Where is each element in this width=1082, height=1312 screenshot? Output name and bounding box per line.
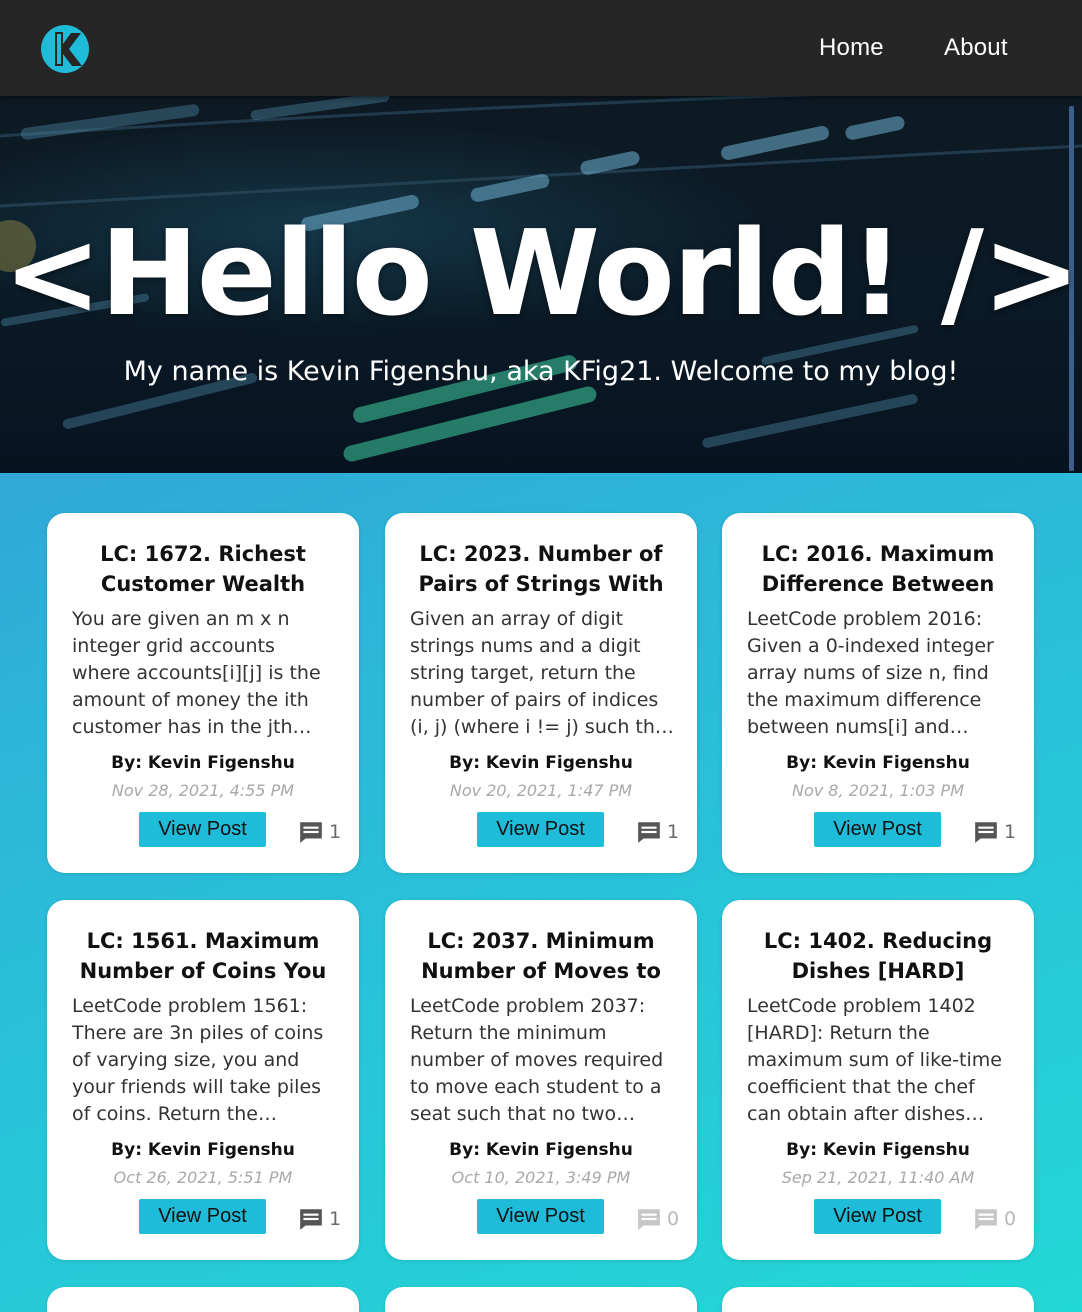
kfig-logo-icon[interactable] <box>39 24 91 74</box>
post-card: LC: 1672. Richest Customer Wealth You ar… <box>47 513 359 873</box>
post-title[interactable]: LC: 1561. Maximum Number of Coins You Ca… <box>61 926 345 986</box>
post-card: LC: 2023. Number of Pairs of Strings Wit… <box>385 513 697 873</box>
post-excerpt: LeetCode problem 2016: Given a 0-indexed… <box>747 608 994 738</box>
post-author: By: Kevin Figenshu <box>449 1140 633 1160</box>
view-post-button[interactable]: View Post <box>477 812 604 847</box>
hero-banner: <Hello World! /> My name is Kevin Figens… <box>0 96 1082 473</box>
post-card: LC: 1561. Maximum Number of Coins You Ca… <box>47 900 359 1260</box>
comment-count[interactable]: 1 <box>298 1206 348 1232</box>
post-excerpt: Given an array of digit strings nums and… <box>410 608 674 738</box>
post-title[interactable]: LC: 1672. Richest Customer Wealth <box>61 539 345 599</box>
post-title[interactable]: LC: 2023. Number of Pairs of Strings Wit… <box>399 539 683 599</box>
post-date: Sep 21, 2021, 11:40 AM <box>781 1168 975 1187</box>
post-date: Nov 20, 2021, 1:47 PM <box>449 781 633 800</box>
comment-count-label: 0 <box>1004 1208 1017 1230</box>
comment-count[interactable]: 1 <box>973 819 1023 845</box>
post-card-partial[interactable] <box>47 1287 359 1312</box>
post-author: By: Kevin Figenshu <box>786 753 970 773</box>
post-title[interactable]: LC: 1402. Reducing Dishes [HARD] <box>736 926 1020 986</box>
comment-count-label: 1 <box>667 821 680 843</box>
post-title[interactable]: LC: 2037. Minimum Number of Moves to Sea… <box>399 926 683 986</box>
comment-icon <box>975 822 997 843</box>
post-date: Nov 28, 2021, 4:55 PM <box>111 781 295 800</box>
view-post-button[interactable]: View Post <box>477 1199 604 1234</box>
post-excerpt: LeetCode problem 1402 [HARD]: Return the… <box>747 995 1002 1125</box>
comment-count[interactable]: 0 <box>973 1206 1023 1232</box>
comment-icon <box>638 822 660 843</box>
view-post-button[interactable]: View Post <box>139 1199 266 1234</box>
comment-count-label: 0 <box>667 1208 680 1230</box>
comment-count[interactable]: 1 <box>636 819 686 845</box>
comment-count-label: 1 <box>329 821 342 843</box>
post-card-partial[interactable] <box>385 1287 697 1312</box>
post-card: LC: 2016. Maximum Difference Between Lee… <box>722 513 1034 873</box>
comment-count-label: 1 <box>329 1208 342 1230</box>
post-author: By: Kevin Figenshu <box>449 753 633 773</box>
hero-title: <Hello World! /> <box>3 204 1081 342</box>
post-card-partial[interactable] <box>722 1287 1034 1312</box>
view-post-button[interactable]: View Post <box>814 812 941 847</box>
post-author: By: Kevin Figenshu <box>111 1140 295 1160</box>
post-excerpt: LeetCode problem 2037: Return the minimu… <box>410 995 664 1125</box>
post-date: Oct 26, 2021, 5:51 PM <box>113 1168 293 1187</box>
view-post-button[interactable]: View Post <box>139 812 266 847</box>
comment-count[interactable]: 0 <box>636 1206 686 1232</box>
post-date: Oct 10, 2021, 3:49 PM <box>451 1168 631 1187</box>
comment-icon <box>975 1209 997 1230</box>
comment-icon <box>638 1209 660 1230</box>
post-date: Nov 8, 2021, 1:03 PM <box>791 781 965 800</box>
nav-home-link[interactable]: Home <box>819 34 884 62</box>
view-post-button[interactable]: View Post <box>814 1199 941 1234</box>
comment-count-label: 1 <box>1004 821 1017 843</box>
comment-icon <box>300 1209 322 1230</box>
post-author: By: Kevin Figenshu <box>786 1140 970 1160</box>
post-author: By: Kevin Figenshu <box>111 753 295 773</box>
nav-about-link[interactable]: About <box>944 34 1008 62</box>
top-navbar: Home About <box>0 0 1082 96</box>
post-card: LC: 2037. Minimum Number of Moves to Sea… <box>385 900 697 1260</box>
comment-icon <box>300 822 322 843</box>
post-excerpt: You are given an m x n integer grid acco… <box>72 608 321 738</box>
hero-subtitle: My name is Kevin Figenshu, aka KFig21. W… <box>123 356 959 387</box>
post-title[interactable]: LC: 2016. Maximum Difference Between <box>736 539 1020 599</box>
post-excerpt: LeetCode problem 1561: There are 3n pile… <box>72 995 324 1125</box>
post-card: LC: 1402. Reducing Dishes [HARD] LeetCod… <box>722 900 1034 1260</box>
comment-count[interactable]: 1 <box>298 819 348 845</box>
